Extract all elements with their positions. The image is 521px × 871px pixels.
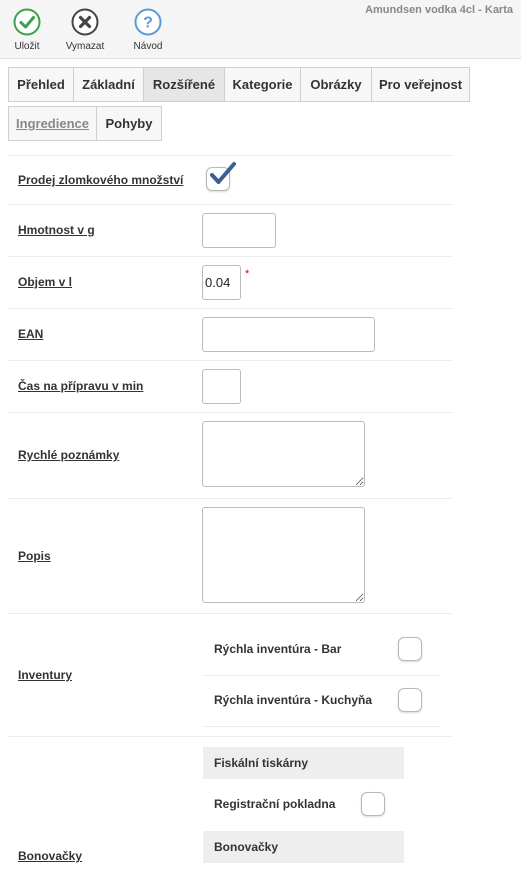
tab-kategorie[interactable]: Kategorie <box>224 67 301 102</box>
volume-input[interactable] <box>202 265 241 300</box>
row-divider <box>8 736 452 737</box>
checkmark-circle-icon <box>13 8 41 36</box>
close-circle-icon <box>71 8 99 36</box>
inventory-bar-checkbox[interactable] <box>398 637 422 661</box>
row-divider <box>8 412 452 413</box>
prep-time-label: Čas na přípravu v min <box>18 379 144 393</box>
ean-input[interactable] <box>202 317 375 352</box>
delete-label: Vymazat <box>65 41 105 52</box>
weight-input[interactable] <box>202 213 276 248</box>
inventory-kitchen-checkbox[interactable] <box>398 688 422 712</box>
tab-ingredience[interactable]: Ingredience <box>8 106 97 141</box>
inventory-row-bar: Rýchla inventúra - Bar <box>203 625 440 676</box>
cash-register-checkbox[interactable] <box>361 792 385 816</box>
description-label: Popis <box>18 549 51 563</box>
vouchers-label: Bonovačky <box>18 849 83 863</box>
checkmark-icon <box>210 162 236 184</box>
save-button[interactable]: Uložit <box>1 8 53 52</box>
ean-label: EAN <box>18 327 44 341</box>
inventories-label: Inventury <box>18 668 73 682</box>
row-divider <box>8 308 452 309</box>
svg-text:?: ? <box>143 15 153 32</box>
weight-label: Hmotnost v g <box>18 223 95 237</box>
volume-label: Objem v l <box>18 275 73 289</box>
inventory-bar-label: Rýchla inventúra - Bar <box>214 642 342 656</box>
delete-button[interactable]: Vymazat <box>59 8 111 52</box>
help-button[interactable]: ? Návod <box>122 8 174 52</box>
tab-zakladni[interactable]: Základní <box>73 67 144 102</box>
row-divider <box>8 204 452 205</box>
window-title: Amundsen vodka 4cl - Karta <box>365 4 513 16</box>
tab-obrazky[interactable]: Obrázky <box>300 67 372 102</box>
toolbar: Uložit Vymazat ? Návod Amundsen vodka 4c… <box>0 0 521 59</box>
inventory-kitchen-label: Rýchla inventúra - Kuchyňa <box>214 693 373 707</box>
tab-pro-verejnost[interactable]: Pro veřejnost <box>371 67 470 102</box>
vouchers-header: Bonovačky <box>203 831 404 863</box>
row-divider <box>8 155 452 156</box>
row-divider <box>8 613 452 614</box>
fractional-sale-checkbox[interactable] <box>206 162 236 191</box>
tab-pohyby[interactable]: Pohyby <box>96 106 162 141</box>
row-divider <box>8 498 452 499</box>
fractional-sale-label: Prodej zlomkového množství <box>18 173 184 187</box>
quick-notes-label: Rychlé poznámky <box>18 448 120 462</box>
description-textarea[interactable] <box>202 507 365 603</box>
quick-notes-textarea[interactable] <box>202 421 365 487</box>
inventory-row-kitchen: Rýchla inventúra - Kuchyňa <box>203 676 440 727</box>
tab-rozsirene[interactable]: Rozšířené <box>143 67 225 102</box>
row-divider <box>8 256 452 257</box>
fiscal-printers-header: Fiskální tiskárny <box>203 747 404 779</box>
row-divider <box>8 360 452 361</box>
cash-register-label: Registrační pokladna <box>214 797 336 811</box>
question-circle-icon: ? <box>134 8 162 36</box>
required-mark: * <box>245 268 250 280</box>
tab-prehled[interactable]: Přehled <box>8 67 74 102</box>
help-label: Návod <box>133 41 163 52</box>
save-label: Uložit <box>14 41 40 52</box>
prep-time-input[interactable] <box>202 369 241 404</box>
